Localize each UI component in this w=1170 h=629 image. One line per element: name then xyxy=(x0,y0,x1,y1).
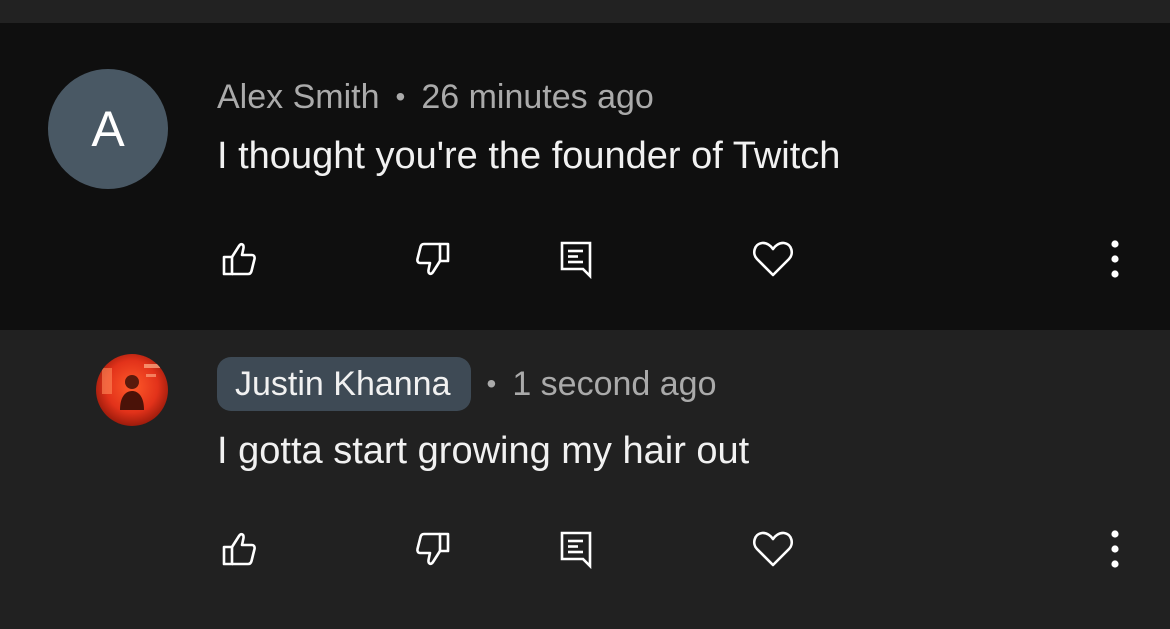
more-options-button[interactable] xyxy=(1090,234,1140,284)
heart-icon xyxy=(752,531,794,567)
comment-text: I thought you're the founder of Twitch xyxy=(217,135,841,177)
reply-icon xyxy=(560,241,592,280)
heart-icon xyxy=(752,241,794,277)
heart-button[interactable] xyxy=(748,234,798,284)
reply-justin-khanna: Justin Khanna • 1 second ago I gotta sta… xyxy=(0,330,1170,629)
comment-actions xyxy=(0,234,1170,284)
more-vert-icon xyxy=(1111,530,1119,568)
thumbs-down-icon xyxy=(416,242,450,276)
more-options-button[interactable] xyxy=(1090,524,1140,574)
dislike-button[interactable] xyxy=(408,234,458,284)
thumbs-up-icon xyxy=(222,242,256,276)
meta-separator: • xyxy=(395,81,406,112)
more-vert-icon xyxy=(1111,240,1119,278)
like-button[interactable] xyxy=(214,524,264,574)
heart-button[interactable] xyxy=(748,524,798,574)
comment-meta: Justin Khanna • 1 second ago xyxy=(217,357,716,411)
reply-icon xyxy=(560,531,592,570)
meta-separator: • xyxy=(486,368,497,399)
reply-button[interactable] xyxy=(551,234,601,284)
author-name[interactable]: Alex Smith xyxy=(217,78,380,117)
thumbs-up-icon xyxy=(222,532,256,566)
like-button[interactable] xyxy=(214,234,264,284)
thumbs-down-icon xyxy=(416,532,450,566)
comments-page: A Alex Smith • 26 minutes ago I thought … xyxy=(0,0,1170,629)
avatar[interactable] xyxy=(96,354,168,426)
comment-meta: Alex Smith • 26 minutes ago xyxy=(217,75,654,119)
author-name-chip[interactable]: Justin Khanna xyxy=(217,357,471,411)
comment-timestamp: 26 minutes ago xyxy=(421,77,654,116)
reply-button[interactable] xyxy=(551,524,601,574)
comment-actions xyxy=(0,524,1170,574)
comment-text: I gotta start growing my hair out xyxy=(217,430,750,472)
comment-alex-smith: A Alex Smith • 26 minutes ago I thought … xyxy=(0,23,1170,330)
comment-timestamp: 1 second ago xyxy=(512,364,717,403)
top-divider xyxy=(0,0,1170,23)
profile-photo-icon xyxy=(96,354,168,426)
avatar[interactable]: A xyxy=(48,69,168,189)
dislike-button[interactable] xyxy=(408,524,458,574)
